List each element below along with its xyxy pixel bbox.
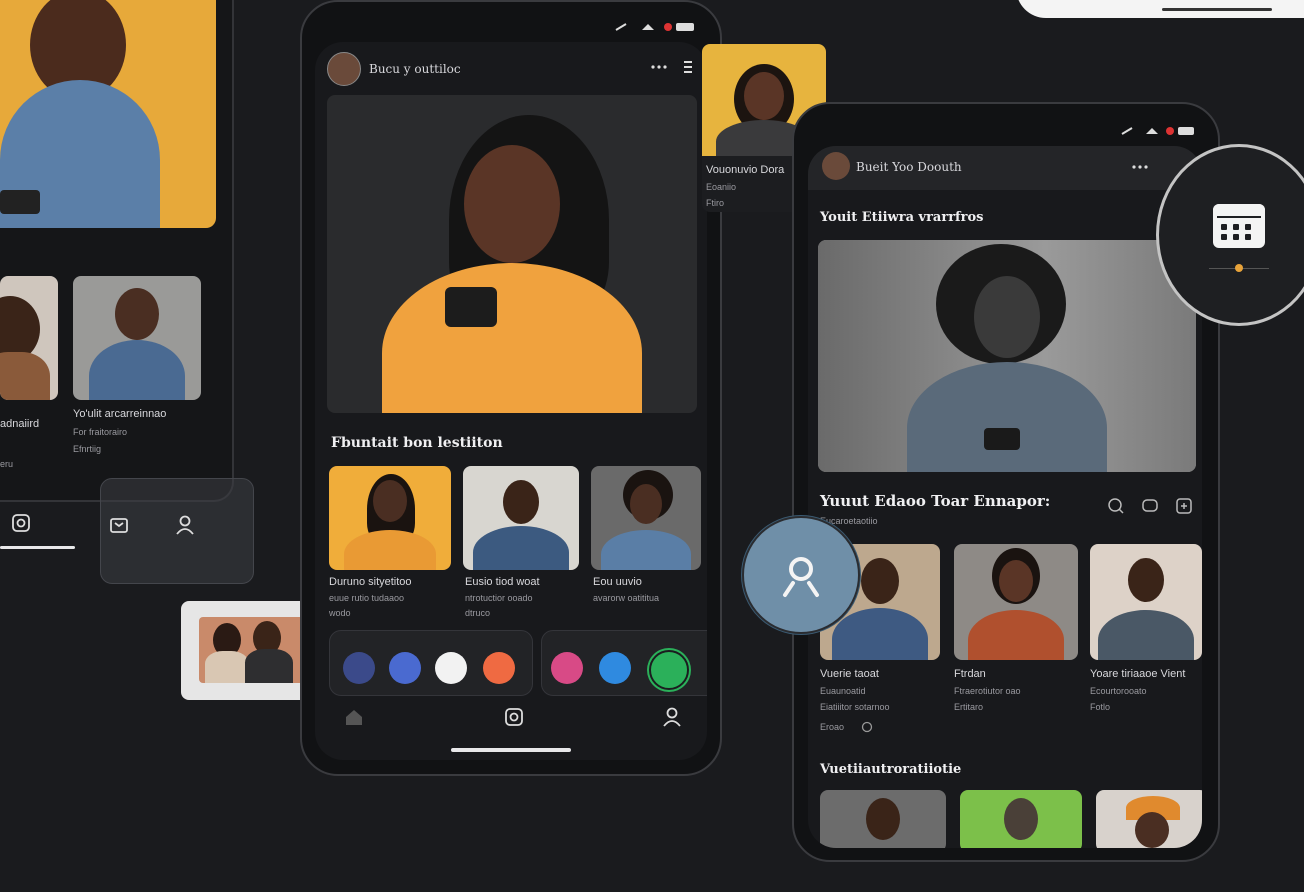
app-icon-2[interactable] <box>389 652 421 684</box>
left-bottom-nav <box>0 500 90 560</box>
left-phone: adnaiird eru Yo'ulit arcarreinnao For fr… <box>0 0 234 502</box>
left-card-sub2: Efnrtiig <box>73 444 102 454</box>
bottom-section-title: Vuetiiautroratiiotie <box>820 762 962 777</box>
person-2-sub2: Ertitaro <box>954 702 984 712</box>
left-hero-photo[interactable] <box>0 0 216 228</box>
section-title: Fbuntait bon lestiiton <box>331 435 503 451</box>
thumb-2[interactable] <box>463 466 579 570</box>
person-1-title: Vuerie taoat <box>820 668 879 680</box>
left-subtitle-2: eru <box>0 459 14 469</box>
bottom-thumb-1[interactable] <box>820 790 946 848</box>
center-screen: Bucu y outtiloc Fbuntait bon lestiiton D… <box>315 42 707 760</box>
search-icon[interactable] <box>1106 496 1126 516</box>
popup-sub1: Eoaniio <box>706 182 737 192</box>
app-icon-5[interactable] <box>551 652 583 684</box>
left-thumb-1[interactable] <box>0 276 58 400</box>
thumb-1[interactable] <box>329 466 451 570</box>
top-right-device <box>1016 0 1304 18</box>
left-subtitle-1: adnaiird <box>0 418 40 430</box>
left-card-title: Yo'ulit arcarreinnao <box>73 408 167 420</box>
right-screen: Bueit Yoo Doouth Youit Etiiwra vrarrfros… <box>808 146 1202 848</box>
right-section-title: Youit Etiiwra vrarrfros <box>820 210 984 225</box>
header-title: Bucu y outtiloc <box>369 62 461 76</box>
app-icon-6[interactable] <box>599 652 631 684</box>
home-icon[interactable] <box>343 706 365 728</box>
share-icon[interactable] <box>1174 496 1194 516</box>
more-icon[interactable] <box>649 60 669 74</box>
right-phone: Bueit Yoo Doouth Youit Etiiwra vrarrfros… <box>792 102 1220 862</box>
right-status-bar <box>1120 124 1200 138</box>
app-icon-3[interactable] <box>435 652 467 684</box>
app-icon-1[interactable] <box>343 652 375 684</box>
right-more-icon[interactable] <box>1130 160 1150 174</box>
home-indicator <box>0 546 75 549</box>
person-2-title: Ftrdan <box>954 668 986 680</box>
status-bar <box>612 20 702 34</box>
camera-icon[interactable] <box>10 512 32 534</box>
hero-photo[interactable] <box>327 95 697 413</box>
inbox-icon[interactable] <box>107 513 131 537</box>
app-icon-7[interactable] <box>649 650 689 690</box>
bottom-thumb-3[interactable] <box>1096 790 1202 848</box>
person-card-2[interactable] <box>954 544 1078 660</box>
left-thumb-2[interactable] <box>73 276 201 400</box>
right-header-title: Bueit Yoo Doouth <box>856 160 962 174</box>
thumb-2-sub1: ntrotuctior ooado <box>465 593 533 603</box>
person-3-sub1: Ecourtorooato <box>1090 686 1147 696</box>
thumb-1-title: Duruno sityetitoo <box>329 576 412 588</box>
thumb-3-title: Eou uuvio <box>593 576 642 588</box>
person-3-title: Yoare tiriaaoe Vient <box>1090 668 1186 680</box>
person-3-sub2: Fotlo <box>1090 702 1111 712</box>
person-1-sub2: Eiatiiitor sotarnoo <box>820 702 890 712</box>
floating-nav-panel <box>100 478 254 584</box>
person-card-3[interactable] <box>1090 544 1202 660</box>
thumb-3[interactable] <box>591 466 701 570</box>
person-1-sub1: Euaunoatid <box>820 686 866 696</box>
thumb-3-sub1: avarorw oatititua <box>593 593 660 603</box>
popup-sub2: Ftiro <box>706 198 724 208</box>
thumb-1-sub2: wodo <box>329 608 351 618</box>
right-avatar[interactable] <box>822 152 850 180</box>
profile-bubble-icon[interactable] <box>742 516 860 634</box>
profile-nav-icon[interactable] <box>661 706 683 728</box>
thumb-2-sub2: dtruco <box>465 608 491 618</box>
comment-icon[interactable] <box>860 720 874 734</box>
app-icon-4[interactable] <box>483 652 515 684</box>
meta-text: Eroao <box>820 722 845 732</box>
avatar[interactable] <box>327 52 361 86</box>
chat-icon[interactable] <box>1140 496 1160 516</box>
camera-nav-icon[interactable] <box>503 706 525 728</box>
home-indicator-center <box>451 748 571 752</box>
feed-title: Yuuut Edaoo Toar Ennapor: <box>820 492 1051 510</box>
person-2-sub1: Ftraerotiutor oao <box>954 686 1021 696</box>
floating-photo <box>199 617 315 683</box>
menu-icon[interactable] <box>681 60 695 74</box>
right-hero-photo[interactable] <box>818 240 1196 472</box>
profile-icon[interactable] <box>173 513 197 537</box>
bottom-thumb-2[interactable] <box>960 790 1082 848</box>
popup-title: Vouonuvio Dora <box>706 164 785 176</box>
left-card-sub1: For fraitorairo <box>73 427 128 437</box>
center-phone: Bucu y outtiloc Fbuntait bon lestiiton D… <box>300 0 722 776</box>
thumb-1-sub1: euue rutio tudaaoo <box>329 593 405 603</box>
thumb-2-title: Eusio tiod woat <box>465 576 540 588</box>
